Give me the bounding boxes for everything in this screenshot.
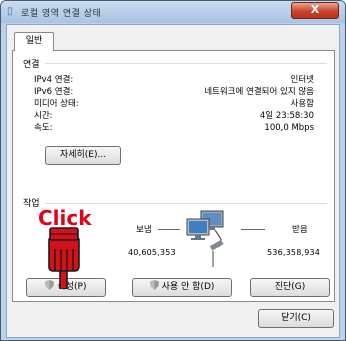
row-ipv4: IPv4 연결: 인터넷	[34, 74, 314, 86]
received-dash	[241, 229, 265, 230]
row-media-state: 미디어 상태: 사용함	[34, 98, 314, 110]
status-dialog: ▯ 로컬 영역 연결 상태 X 일반 연결 IPv4 연결: 인터넷 IPv6 …	[0, 0, 346, 341]
close-window-button[interactable]: X	[291, 2, 339, 19]
window-title: 로컬 영역 연결 상태	[21, 9, 102, 19]
duration-value: 4일 23:58:30	[259, 111, 314, 121]
connection-group-title: 연결	[23, 60, 40, 70]
ipv6-label: IPv6 연결:	[34, 87, 74, 97]
ipv4-label: IPv4 연결:	[34, 75, 74, 85]
activity-divider	[45, 203, 327, 204]
connection-divider	[45, 63, 327, 64]
dialog-client: 일반 연결 IPv4 연결: 인터넷 IPv6 연결: 네트워크에 연결되어 있…	[6, 24, 340, 338]
media-state-label: 미디어 상태:	[34, 99, 79, 109]
ipv6-value: 네트워크에 연결되어 있지 않음	[204, 87, 314, 97]
row-speed: 속도: 100,0 Mbps	[34, 122, 314, 134]
sent-dash	[158, 229, 180, 230]
row-ipv6: IPv6 연결: 네트워크에 연결되어 있지 않음	[34, 86, 314, 98]
received-label: 받음	[292, 225, 308, 235]
media-state-value: 사용함	[290, 99, 314, 109]
ipv4-value: 인터넷	[290, 75, 314, 85]
close-button[interactable]: 닫기(C)	[258, 309, 334, 328]
pointing-hand-icon	[48, 227, 80, 289]
diagnose-button[interactable]: 진단(G)	[250, 278, 330, 297]
speed-label: 속도:	[34, 123, 53, 133]
titlebar[interactable]: ▯ 로컬 영역 연결 상태 X	[1, 1, 345, 23]
speed-value: 100,0 Mbps	[264, 123, 314, 133]
network-icon: ▯	[7, 6, 13, 17]
disable-button[interactable]: 사용 안 함(D)	[132, 278, 232, 297]
received-bytes: 536,358,934	[267, 248, 321, 257]
details-button[interactable]: 자세히(E)...	[45, 146, 121, 165]
uac-shield-icon	[149, 280, 159, 290]
tab-general[interactable]: 일반	[14, 32, 54, 51]
disable-label: 사용 안 함(D)	[161, 282, 215, 292]
network-computers-icon	[186, 210, 224, 267]
row-duration: 시간: 4일 23:58:30	[34, 110, 314, 122]
duration-label: 시간:	[34, 111, 53, 121]
sent-label: 보냄	[136, 225, 152, 235]
sent-bytes: 40,605,353	[128, 248, 176, 257]
